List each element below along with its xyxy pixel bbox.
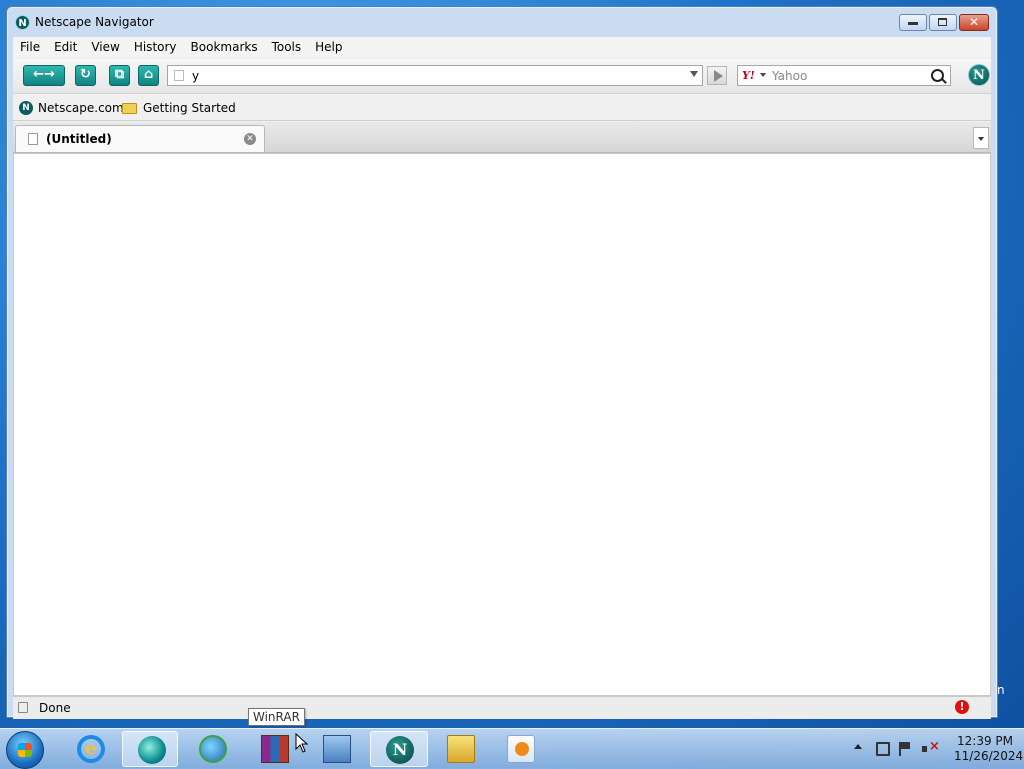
bookmark-label: Netscape.com (38, 101, 124, 115)
search-icon[interactable] (931, 69, 944, 82)
browser-window: N Netscape Navigator ✕ File Edit View Hi… (6, 6, 998, 719)
internet-explorer-icon: e (77, 735, 105, 763)
taskbar-winrar[interactable] (246, 731, 302, 767)
navigation-toolbar: ←→ ↻ ⧉ ⌂ Y! N (13, 59, 991, 94)
netscape-icon: N (386, 736, 414, 764)
show-hidden-icons-icon[interactable] (854, 744, 862, 749)
back-forward-button[interactable]: ←→ (23, 65, 65, 86)
menu-file-label: File (20, 40, 41, 54)
menu-edit[interactable]: Edit (47, 37, 84, 57)
title-bar[interactable]: N Netscape Navigator ✕ (7, 7, 997, 37)
tab-list-dropdown[interactable] (973, 127, 989, 149)
search-bar[interactable]: Y! (737, 65, 951, 86)
menu-edit-label: Edit (54, 40, 78, 54)
taskbar-media-player[interactable] (492, 731, 548, 767)
page-content[interactable] (13, 153, 991, 696)
tab-untitled[interactable]: (Untitled) ✕ (15, 125, 265, 152)
action-center-flag-icon[interactable] (899, 742, 913, 756)
url-input[interactable] (192, 67, 672, 84)
menu-file[interactable]: File (13, 37, 47, 57)
taskbar-cyberlink[interactable] (122, 731, 178, 767)
go-button[interactable] (707, 66, 727, 85)
menu-tools[interactable]: Tools (265, 37, 309, 57)
start-button[interactable] (6, 731, 44, 769)
media-player-icon (507, 735, 535, 763)
new-tab-icon: ⧉ (114, 67, 125, 82)
url-history-dropdown-icon[interactable] (690, 71, 698, 77)
url-bar[interactable] (167, 65, 703, 86)
desktop-edge-text: n (997, 683, 1005, 697)
taskbar-download-manager[interactable] (184, 731, 240, 767)
search-input[interactable] (772, 67, 922, 84)
menu-bookmarks-label: Bookmarks (190, 40, 258, 54)
reload-button[interactable]: ↻ (75, 65, 96, 86)
menu-help[interactable]: Help (308, 37, 349, 57)
alert-icon[interactable]: ! (955, 700, 969, 714)
taskbar-internet-explorer[interactable]: e (62, 731, 118, 767)
winrar-icon (261, 735, 289, 763)
status-bar: Done ! (13, 696, 991, 719)
clock[interactable]: 12:39 PM 11/26/2024 (954, 734, 1024, 764)
netscape-icon: N (15, 15, 30, 30)
home-icon: ⌂ (143, 67, 154, 82)
menu-history-label: History (133, 40, 177, 54)
cyberlink-icon (138, 736, 166, 764)
new-tab-button[interactable]: ⧉ (109, 65, 130, 86)
taskbar-file-explorer[interactable] (432, 731, 488, 767)
network-icon (323, 735, 351, 763)
window-title: Netscape Navigator (35, 15, 154, 29)
menu-help-label: Help (315, 40, 343, 54)
tab-label: (Untitled) (46, 132, 112, 146)
menu-bookmarks[interactable]: Bookmarks (184, 37, 265, 57)
menu-history[interactable]: History (127, 37, 184, 57)
page-status-icon (18, 702, 28, 713)
minimize-button[interactable] (899, 14, 927, 31)
download-manager-icon (199, 735, 227, 763)
page-icon (28, 133, 38, 145)
netscape-icon: N (19, 101, 33, 115)
reload-icon: ↻ (80, 67, 91, 82)
clock-time: 12:39 PM (957, 734, 1013, 748)
engine-dropdown-icon[interactable] (760, 73, 766, 77)
maximize-button[interactable] (929, 14, 957, 31)
close-icon: ✕ (968, 15, 980, 29)
taskbar: e N 12:39 PM 11/26/2024 (0, 728, 1024, 769)
bookmark-getting-started[interactable]: Getting Started (122, 101, 236, 115)
taskbar-network[interactable] (308, 731, 364, 767)
menu-view-label: View (91, 40, 120, 54)
folder-icon (122, 102, 137, 114)
file-explorer-icon (447, 735, 475, 763)
clock-date: 11/26/2024 (954, 749, 1024, 763)
restore-icon (938, 18, 947, 26)
home-button[interactable]: ⌂ (138, 65, 159, 86)
bookmark-netscape[interactable]: N Netscape.com (19, 101, 124, 115)
status-text: Done (39, 701, 71, 715)
page-favicon-icon (174, 70, 184, 81)
tab-close-icon[interactable]: ✕ (244, 133, 256, 145)
taskbar-tooltip: WinRAR (248, 708, 305, 726)
minimize-icon (908, 22, 918, 25)
yahoo-engine-icon[interactable]: Y! (742, 69, 755, 82)
taskbar-netscape[interactable]: N (370, 731, 428, 767)
menu-view[interactable]: View (84, 37, 126, 57)
system-tray: 12:39 PM 11/26/2024 (844, 729, 1024, 769)
menu-tools-label: Tools (271, 40, 302, 54)
back-icon: ← (33, 67, 44, 82)
browser-client: File Edit View History Bookmarks Tools H… (13, 37, 991, 719)
network-status-icon[interactable] (876, 742, 890, 756)
window-controls: ✕ (899, 14, 989, 31)
close-button[interactable]: ✕ (959, 14, 989, 31)
forward-icon: → (44, 67, 55, 82)
bookmark-label: Getting Started (143, 101, 236, 115)
netscape-logo-icon[interactable]: N (968, 64, 990, 86)
tab-strip: (Untitled) ✕ (13, 122, 991, 153)
menu-bar: File Edit View History Bookmarks Tools H… (13, 37, 991, 57)
volume-muted-icon[interactable] (922, 739, 940, 756)
mouse-pointer-icon (295, 733, 309, 753)
bookmarks-toolbar: N Netscape.com Getting Started (13, 96, 991, 121)
